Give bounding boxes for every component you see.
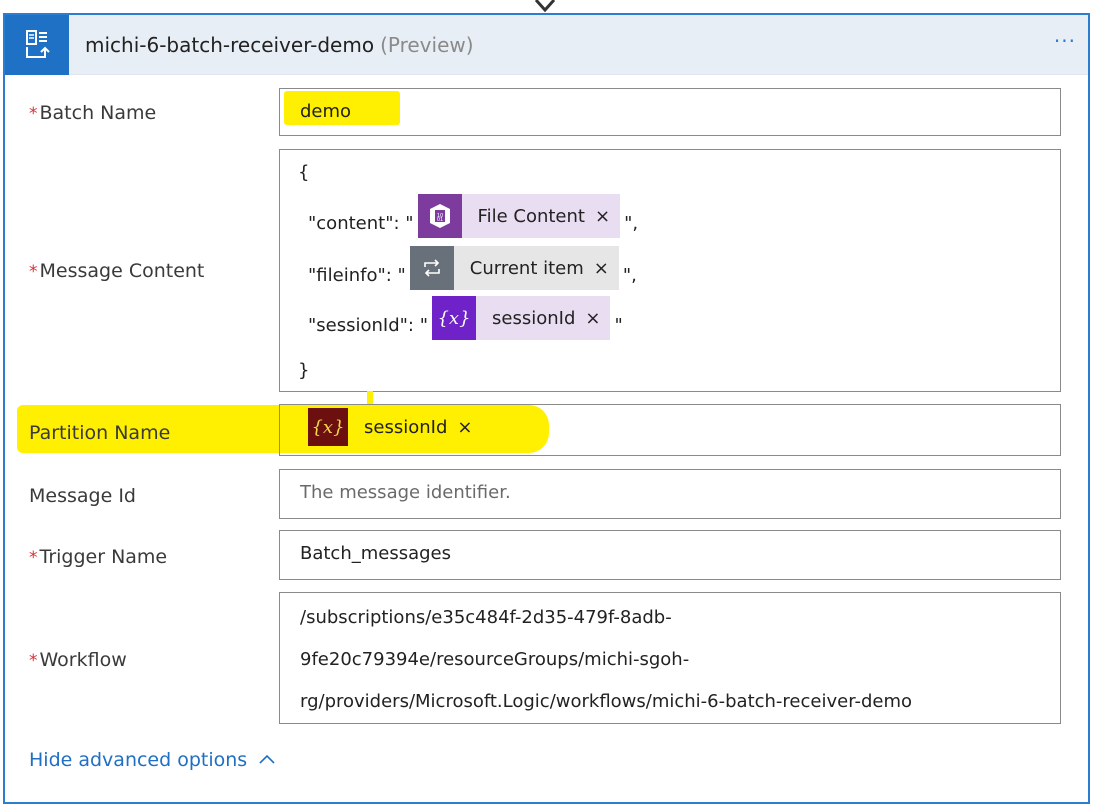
json-suffix: ", [622, 264, 637, 286]
token-label: sessionId [364, 416, 448, 438]
required-marker: * [29, 548, 38, 568]
trigger-name-field[interactable]: Batch_messages [279, 530, 1061, 580]
action-header[interactable]: michi-6-batch-receiver-demo (Preview) ··· [5, 15, 1088, 75]
json-line-content: "content": " 10 01 File Content × ", [308, 194, 638, 238]
token-label: sessionId [492, 307, 576, 329]
token-label: Current item [469, 257, 584, 279]
workflow-value-line: rg/providers/Microsoft.Logic/workflows/m… [300, 691, 912, 712]
batch-send-icon [5, 15, 69, 75]
chevron-up-icon [259, 754, 275, 764]
close-brace: } [298, 360, 310, 381]
batch-name-value: demo [300, 101, 352, 122]
json-key: "sessionId": " [308, 314, 428, 336]
more-options-button[interactable]: ··· [1054, 29, 1076, 53]
action-name: michi-6-batch-receiver-demo [85, 33, 375, 57]
json-suffix: " [614, 314, 623, 336]
variable-x-icon: {x} [432, 296, 476, 340]
partition-name-field[interactable]: {x} sessionId × [279, 404, 1061, 456]
partition-token-row: {x} sessionId × [308, 408, 482, 446]
action-card: michi-6-batch-receiver-demo (Preview) ···… [3, 13, 1090, 804]
required-marker: * [29, 262, 38, 282]
hide-advanced-options-link[interactable]: Hide advanced options [29, 749, 277, 771]
batch-name-field[interactable]: demo [279, 88, 1061, 136]
blob-file-icon: 10 01 [417, 194, 462, 238]
batch-name-label-text: Batch Name [39, 102, 157, 124]
token-remove-button[interactable]: × [592, 246, 619, 290]
workflow-value-line: 9fe20c79394e/resourceGroups/michi-sgoh- [300, 649, 690, 670]
json-line-fileinfo: "fileinfo": " Current item × ", [308, 246, 637, 290]
workflow-label-text: Workflow [39, 649, 127, 671]
advanced-toggle-label: Hide advanced options [29, 749, 248, 771]
json-suffix: ", [624, 212, 639, 234]
message-id-label: Message Id [29, 485, 136, 507]
json-line-sessionid: "sessionId": " {x} sessionId × " [308, 296, 623, 340]
token-remove-button[interactable]: × [583, 296, 610, 340]
session-id-token[interactable]: {x} sessionId × [432, 296, 611, 340]
workflow-label: * Workflow [29, 649, 127, 671]
current-item-token[interactable]: Current item × [409, 246, 619, 290]
partition-name-label: Partition Name [29, 422, 171, 444]
file-content-token[interactable]: 10 01 File Content × [417, 194, 621, 238]
foreach-loop-icon [409, 246, 454, 290]
json-key: "content": " [308, 212, 414, 234]
message-content-label: * Message Content [29, 260, 204, 282]
open-brace: { [298, 162, 310, 183]
workflow-value-line: /subscriptions/e35c484f-2d35-479f-8adb- [300, 607, 672, 628]
token-label: File Content [477, 205, 585, 227]
trigger-name-label: * Trigger Name [29, 546, 167, 568]
token-remove-button[interactable]: × [593, 194, 620, 238]
message-id-placeholder: The message identifier. [300, 482, 511, 503]
variable-x-icon: {x} [308, 408, 348, 446]
trigger-name-value: Batch_messages [300, 543, 452, 564]
action-title[interactable]: michi-6-batch-receiver-demo (Preview) [85, 33, 474, 57]
token-remove-button[interactable]: × [455, 408, 482, 446]
json-key: "fileinfo": " [308, 264, 406, 286]
message-content-field[interactable]: { "content": " 10 01 File Content × ", "… [279, 149, 1061, 392]
required-marker: * [29, 104, 38, 124]
batch-name-label: * Batch Name [29, 102, 156, 124]
preview-tag: (Preview) [380, 33, 474, 57]
required-marker: * [29, 651, 38, 671]
trigger-name-label-text: Trigger Name [39, 546, 168, 568]
message-id-field[interactable]: The message identifier. [279, 469, 1061, 519]
partition-session-id-token[interactable]: {x} sessionId × [308, 408, 482, 446]
workflow-field[interactable]: /subscriptions/e35c484f-2d35-479f-8adb- … [279, 592, 1061, 724]
message-content-label-text: Message Content [39, 260, 205, 282]
svg-text:01: 01 [436, 217, 442, 223]
